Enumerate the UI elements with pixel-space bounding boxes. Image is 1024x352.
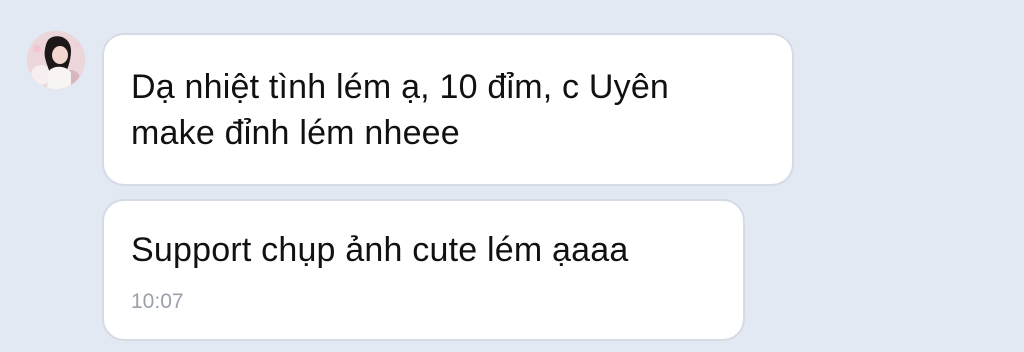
sender-avatar[interactable] — [27, 31, 85, 89]
message-text: Support chụp ảnh cute lém ạaaa — [131, 231, 629, 269]
message-text: Dạ nhiệt tình lém ạ, 10 đỉm, c Uyên make… — [131, 68, 670, 152]
message-bubble[interactable]: Dạ nhiệt tình lém ạ, 10 đỉm, c Uyên make… — [102, 33, 794, 186]
message-timestamp: 10:07 — [131, 290, 184, 313]
message-bubble[interactable]: Support chụp ảnh cute lém ạaaa 10:07 — [102, 199, 745, 341]
avatar-photo — [27, 31, 85, 89]
